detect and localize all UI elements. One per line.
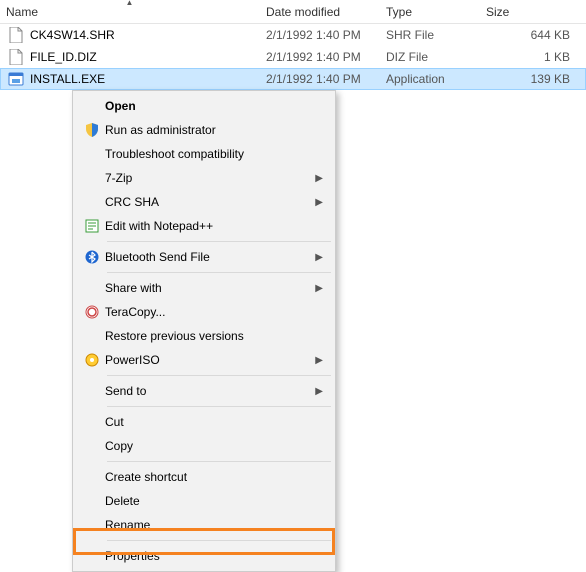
menu-label: Send to	[105, 384, 315, 398]
file-date: 2/1/1992 1:40 PM	[260, 50, 380, 64]
menu-item-open[interactable]: Open	[75, 94, 333, 118]
menu-label: Create shortcut	[105, 470, 323, 484]
file-size: 644 KB	[480, 28, 580, 42]
file-type: DIZ File	[380, 50, 480, 64]
menu-item-rename[interactable]: Rename	[75, 513, 333, 537]
menu-label: Share with	[105, 281, 315, 295]
file-row[interactable]: CK4SW14.SHR 2/1/1992 1:40 PM SHR File 64…	[0, 24, 586, 46]
file-date: 2/1/1992 1:40 PM	[260, 72, 380, 86]
menu-label: PowerISO	[105, 353, 315, 367]
menu-label: Rename	[105, 518, 323, 532]
column-header-row: Name ▲ Date modified Type Size	[0, 0, 586, 24]
teracopy-icon	[79, 305, 105, 319]
menu-separator	[107, 241, 331, 242]
menu-label: Bluetooth Send File	[105, 250, 315, 264]
chevron-right-icon: ▶	[315, 252, 323, 263]
column-label: Name	[6, 5, 38, 19]
file-size: 1 KB	[480, 50, 580, 64]
chevron-right-icon: ▶	[315, 355, 323, 366]
column-label: Size	[486, 5, 509, 19]
file-name: INSTALL.EXE	[30, 72, 105, 86]
file-icon	[8, 27, 24, 43]
menu-item-properties[interactable]: Properties	[75, 544, 333, 568]
column-header-date-modified[interactable]: Date modified	[260, 0, 380, 23]
file-size: 139 KB	[480, 72, 580, 86]
menu-item-poweriso[interactable]: PowerISO ▶	[75, 348, 333, 372]
context-menu: Open Run as administrator Troubleshoot c…	[72, 90, 336, 572]
menu-label: Restore previous versions	[105, 329, 323, 343]
menu-item-7zip[interactable]: 7-Zip ▶	[75, 166, 333, 190]
chevron-right-icon: ▶	[315, 386, 323, 397]
file-icon	[8, 49, 24, 65]
column-header-type[interactable]: Type	[380, 0, 480, 23]
menu-label: Cut	[105, 415, 323, 429]
menu-label: Delete	[105, 494, 323, 508]
menu-label: Run as administrator	[105, 123, 323, 137]
sort-indicator-icon: ▲	[126, 0, 134, 7]
file-name: FILE_ID.DIZ	[30, 50, 97, 64]
menu-item-share-with[interactable]: Share with ▶	[75, 276, 333, 300]
menu-separator	[107, 540, 331, 541]
menu-label: Troubleshoot compatibility	[105, 147, 323, 161]
poweriso-icon	[79, 353, 105, 367]
menu-item-copy[interactable]: Copy	[75, 434, 333, 458]
menu-label: 7-Zip	[105, 171, 315, 185]
file-date: 2/1/1992 1:40 PM	[260, 28, 380, 42]
menu-label: Open	[105, 99, 323, 113]
menu-item-edit-with-notepad-plus-plus[interactable]: Edit with Notepad++	[75, 214, 333, 238]
menu-label: TeraCopy...	[105, 305, 323, 319]
file-row[interactable]: FILE_ID.DIZ 2/1/1992 1:40 PM DIZ File 1 …	[0, 46, 586, 68]
menu-separator	[107, 461, 331, 462]
menu-label: Copy	[105, 439, 323, 453]
menu-separator	[107, 406, 331, 407]
menu-label: CRC SHA	[105, 195, 315, 209]
shield-icon	[79, 123, 105, 137]
menu-item-create-shortcut[interactable]: Create shortcut	[75, 465, 333, 489]
chevron-right-icon: ▶	[315, 283, 323, 294]
file-type: SHR File	[380, 28, 480, 42]
menu-item-restore-previous-versions[interactable]: Restore previous versions	[75, 324, 333, 348]
menu-item-send-to[interactable]: Send to ▶	[75, 379, 333, 403]
column-label: Date modified	[266, 5, 340, 19]
file-type: Application	[380, 72, 480, 86]
chevron-right-icon: ▶	[315, 197, 323, 208]
menu-label: Edit with Notepad++	[105, 219, 323, 233]
file-row-selected[interactable]: INSTALL.EXE 2/1/1992 1:40 PM Application…	[0, 68, 586, 90]
menu-label: Properties	[105, 549, 323, 563]
column-header-size[interactable]: Size	[480, 0, 580, 23]
menu-separator	[107, 375, 331, 376]
menu-item-troubleshoot-compatibility[interactable]: Troubleshoot compatibility	[75, 142, 333, 166]
chevron-right-icon: ▶	[315, 173, 323, 184]
file-list: CK4SW14.SHR 2/1/1992 1:40 PM SHR File 64…	[0, 24, 586, 90]
application-icon	[8, 71, 24, 87]
menu-separator	[107, 272, 331, 273]
notepad-icon	[79, 219, 105, 233]
bluetooth-icon	[79, 250, 105, 264]
menu-item-bluetooth-send-file[interactable]: Bluetooth Send File ▶	[75, 245, 333, 269]
menu-item-crc-sha[interactable]: CRC SHA ▶	[75, 190, 333, 214]
file-name: CK4SW14.SHR	[30, 28, 115, 42]
column-label: Type	[386, 5, 412, 19]
column-header-name[interactable]: Name ▲	[0, 0, 260, 23]
menu-item-teracopy[interactable]: TeraCopy...	[75, 300, 333, 324]
menu-item-cut[interactable]: Cut	[75, 410, 333, 434]
menu-item-delete[interactable]: Delete	[75, 489, 333, 513]
menu-item-run-as-administrator[interactable]: Run as administrator	[75, 118, 333, 142]
